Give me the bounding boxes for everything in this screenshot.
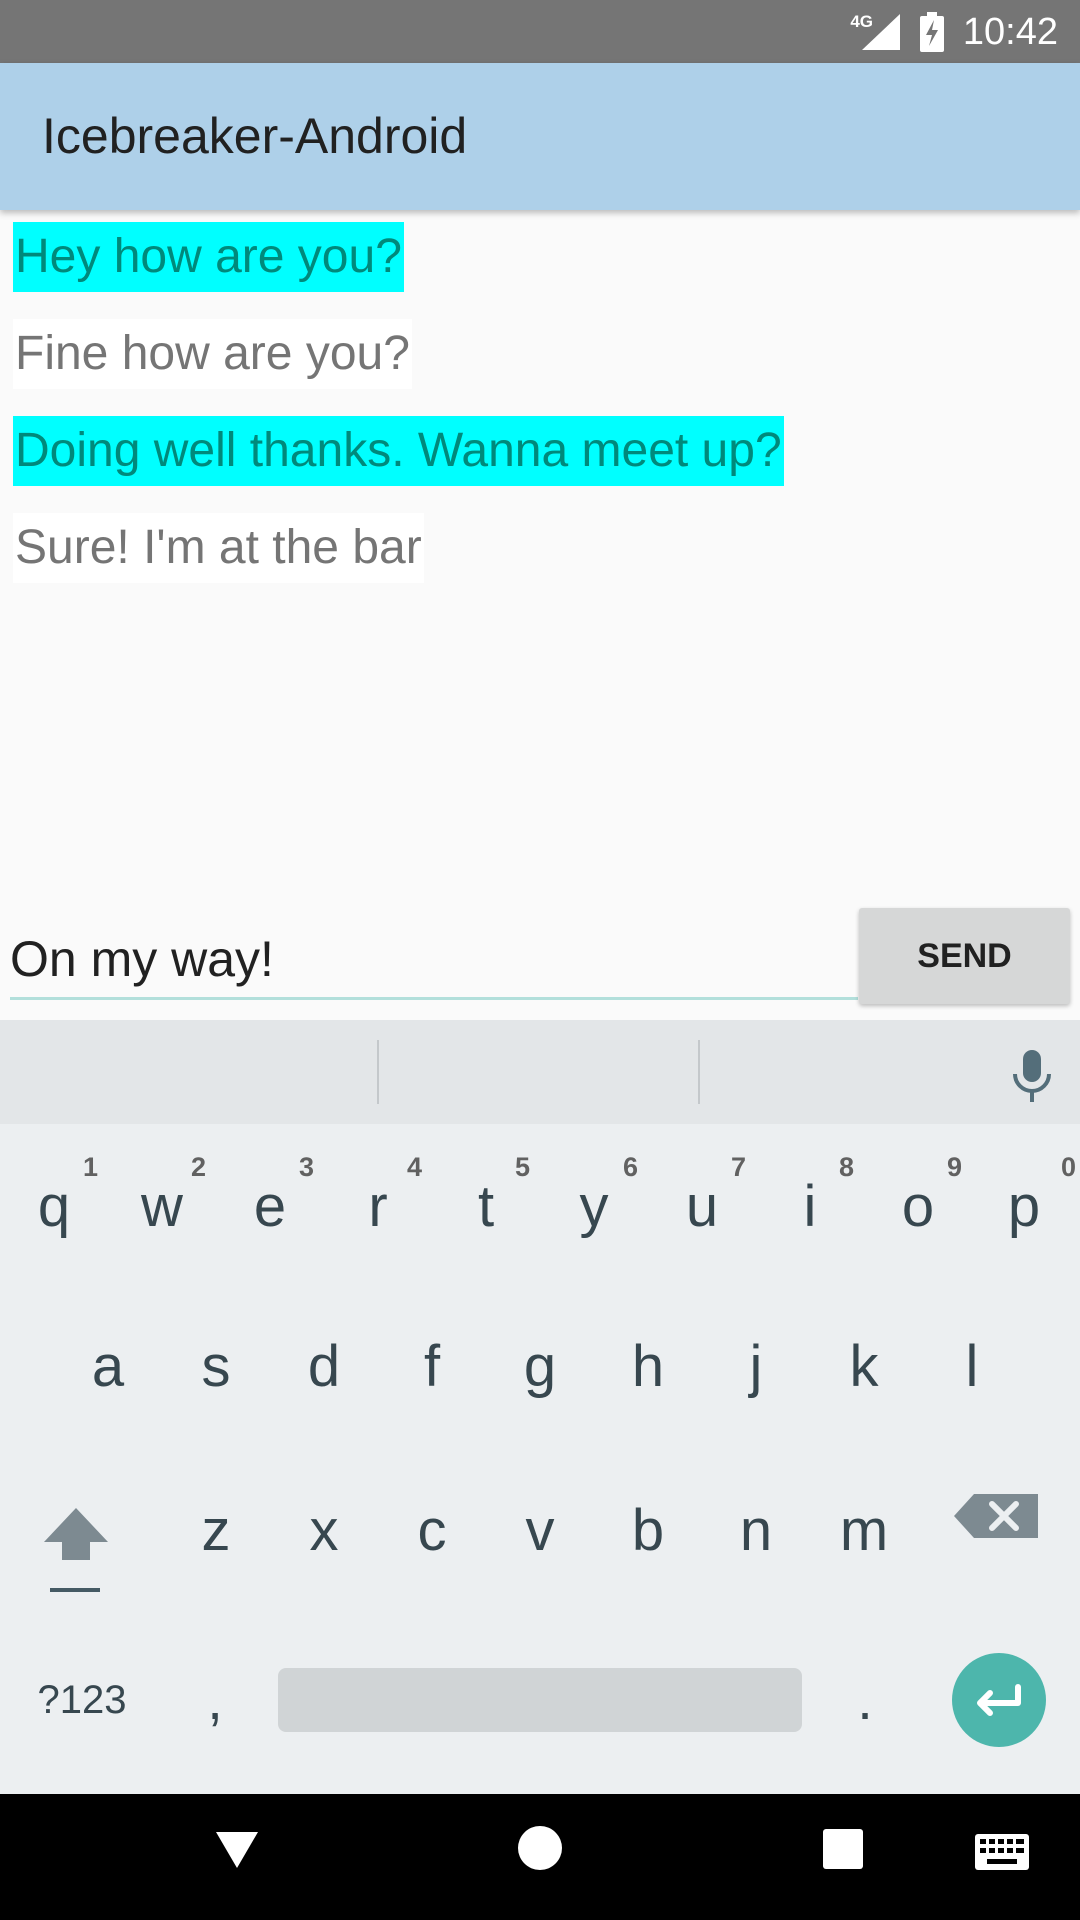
- key-e[interactable]: 3 e: [216, 1130, 324, 1294]
- status-time: 10:42: [962, 11, 1058, 53]
- key-label: e: [253, 1174, 287, 1239]
- key-i[interactable]: 8 i: [756, 1130, 864, 1294]
- shift-icon: [44, 1508, 108, 1592]
- key-v[interactable]: v: [486, 1496, 594, 1616]
- key-label: v: [525, 1498, 555, 1563]
- key-label: y: [579, 1174, 609, 1239]
- key-r[interactable]: 4 r: [324, 1130, 432, 1294]
- suggestion-divider: [377, 1040, 379, 1104]
- key-label: f: [423, 1334, 441, 1399]
- key-a[interactable]: a: [54, 1332, 162, 1472]
- key-p[interactable]: 0 p: [970, 1130, 1078, 1294]
- key-label: j: [749, 1334, 763, 1399]
- status-bar: 4G 10:42: [0, 0, 1080, 63]
- message-received: Fine how are you?: [13, 319, 412, 389]
- period-key[interactable]: .: [820, 1650, 910, 1750]
- backspace-key[interactable]: [950, 1480, 1058, 1600]
- key-z[interactable]: z: [162, 1496, 270, 1616]
- key-label: n: [739, 1498, 773, 1563]
- key-x[interactable]: x: [270, 1496, 378, 1616]
- key-y[interactable]: 6 y: [540, 1130, 648, 1294]
- key-m[interactable]: m: [810, 1496, 918, 1616]
- mic-icon[interactable]: [1004, 1048, 1060, 1104]
- key-t[interactable]: 5 t: [432, 1130, 540, 1294]
- recents-icon[interactable]: [823, 1829, 863, 1869]
- key-label: c: [417, 1498, 447, 1563]
- key-label: d: [307, 1334, 341, 1399]
- key-label: g: [523, 1334, 557, 1399]
- shift-key[interactable]: [22, 1480, 130, 1600]
- key-label: l: [965, 1334, 979, 1399]
- key-g[interactable]: g: [486, 1332, 594, 1472]
- message-sent: Hey how are you?: [13, 222, 404, 292]
- key-j[interactable]: j: [702, 1332, 810, 1472]
- backspace-icon: [954, 1494, 1038, 1538]
- message-sent: Doing well thanks. Wanna meet up?: [13, 416, 784, 486]
- key-label: a: [91, 1334, 125, 1399]
- key-label: z: [201, 1498, 231, 1563]
- key-l[interactable]: l: [918, 1332, 1026, 1472]
- message-received: Sure! I'm at the bar: [13, 513, 424, 583]
- home-icon[interactable]: [518, 1826, 562, 1870]
- key-label: b: [631, 1498, 665, 1563]
- key-label: i: [803, 1174, 817, 1239]
- key-c[interactable]: c: [378, 1496, 486, 1616]
- key-label: p: [1007, 1174, 1041, 1239]
- key-h[interactable]: h: [594, 1332, 702, 1472]
- space-bar[interactable]: [278, 1668, 802, 1732]
- key-label: w: [141, 1174, 183, 1239]
- key-label: q: [37, 1174, 71, 1239]
- send-button[interactable]: SEND: [859, 908, 1070, 1004]
- key-o[interactable]: 9 o: [864, 1130, 972, 1294]
- key-label: k: [849, 1334, 879, 1399]
- key-d[interactable]: d: [270, 1332, 378, 1472]
- key-u[interactable]: 7 u: [648, 1130, 756, 1294]
- suggestion-divider: [698, 1040, 700, 1104]
- enter-key[interactable]: [952, 1653, 1046, 1747]
- key-label: h: [631, 1334, 665, 1399]
- key-label: t: [477, 1174, 495, 1239]
- key-label: u: [685, 1174, 719, 1239]
- key-k[interactable]: k: [810, 1332, 918, 1472]
- battery-charging-icon: [920, 12, 944, 52]
- enter-icon: [977, 1684, 1021, 1716]
- key-s[interactable]: s: [162, 1332, 270, 1472]
- key-label: r: [368, 1174, 388, 1239]
- key-f[interactable]: f: [378, 1332, 486, 1472]
- app-title: Icebreaker-Android: [42, 108, 468, 164]
- key-q[interactable]: 1 q: [0, 1130, 108, 1294]
- symbols-key[interactable]: ?123: [22, 1650, 142, 1750]
- key-label: s: [201, 1334, 231, 1399]
- navigation-bar: [0, 1794, 1080, 1920]
- message-input[interactable]: [10, 920, 858, 1000]
- key-b[interactable]: b: [594, 1496, 702, 1616]
- keyboard-switch-icon[interactable]: [975, 1834, 1029, 1870]
- key-label: x: [309, 1498, 339, 1563]
- suggestion-strip: [0, 1020, 1080, 1124]
- app-bar: Icebreaker-Android: [0, 63, 1080, 210]
- comma-key[interactable]: ,: [170, 1650, 260, 1750]
- back-icon[interactable]: [212, 1824, 262, 1874]
- key-w[interactable]: 2 w: [108, 1130, 216, 1294]
- key-label: m: [839, 1498, 889, 1563]
- signal-icon: [862, 14, 900, 50]
- key-n[interactable]: n: [702, 1496, 810, 1616]
- key-label: o: [901, 1174, 935, 1239]
